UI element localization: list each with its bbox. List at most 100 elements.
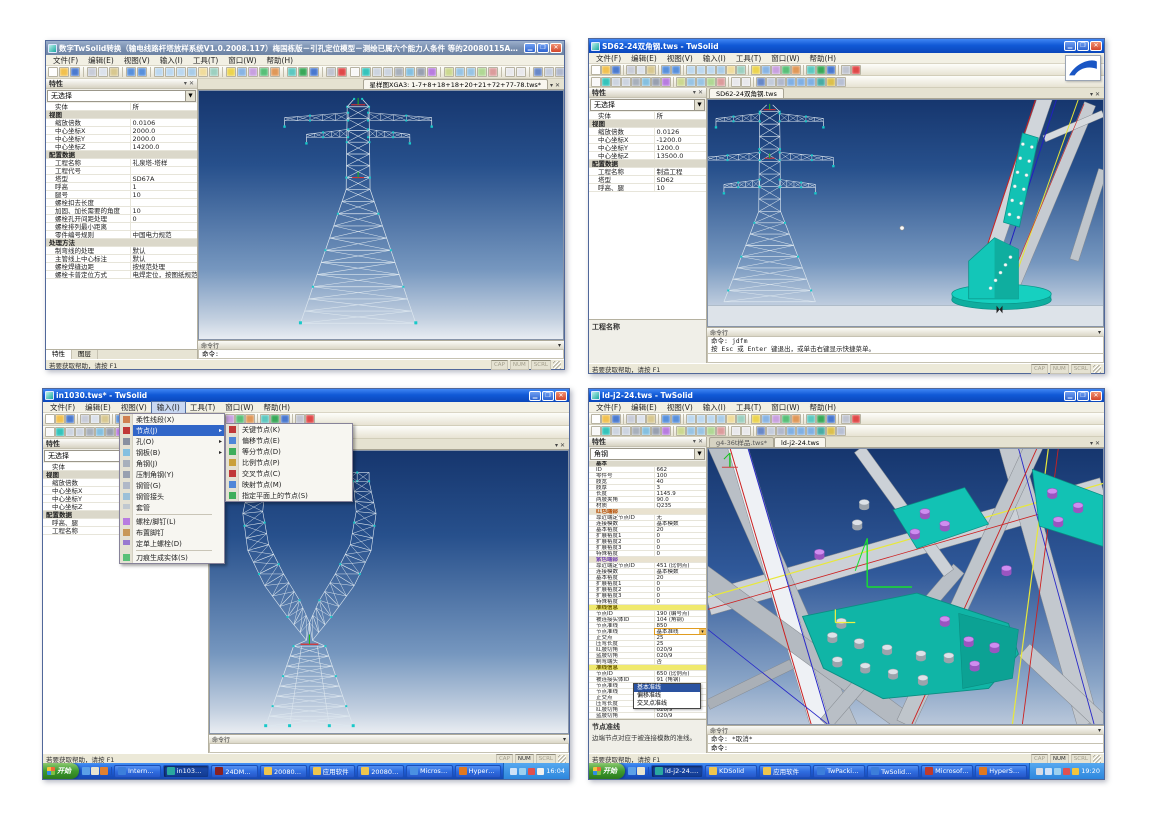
selection-dropdown[interactable]: 无选择▼ <box>590 99 705 111</box>
property-row[interactable]: 螺栓卡普定位方式 电焊定位，按图纸规范管理 <box>46 271 197 279</box>
new-doc-icon[interactable] <box>591 65 601 75</box>
property-row[interactable]: 呼高 1 <box>46 183 197 191</box>
property-row[interactable]: 中心坐标X 2000.0 <box>46 127 197 135</box>
check-model-icon[interactable] <box>816 414 826 424</box>
maximize-button[interactable]: ❐ <box>1077 391 1089 401</box>
menu-item[interactable]: 视图(V) <box>116 402 152 413</box>
mirror-icon[interactable] <box>696 426 706 436</box>
alert-icon[interactable] <box>851 65 861 75</box>
dimension-icon[interactable] <box>731 426 741 436</box>
property-row[interactable]: 塔型 SD62 <box>589 176 706 184</box>
property-row[interactable]: 螺栓排列最小距离 <box>46 223 197 231</box>
menu-option[interactable]: 螺栓/脚钉(L) <box>120 516 224 527</box>
menu-item[interactable]: 工具(T) <box>731 53 766 64</box>
taskbar-button[interactable]: in1030.tws <box>163 765 210 778</box>
property-row[interactable]: 中心坐标Z 13500.0 <box>589 152 706 160</box>
trim-icon[interactable] <box>488 67 498 77</box>
hide-icon[interactable] <box>776 426 786 436</box>
desktop-icon[interactable] <box>637 767 645 775</box>
new-doc-icon[interactable] <box>45 414 55 424</box>
ime-icon[interactable] <box>537 768 544 775</box>
menu-option[interactable]: 节点(J) <box>120 425 224 436</box>
panel-close-icon[interactable]: ▾ ✕ <box>184 80 194 87</box>
property-row[interactable]: 腿号 10 <box>46 191 197 199</box>
menu-option[interactable]: 套管 <box>120 502 224 513</box>
rotate-icon[interactable] <box>686 77 696 87</box>
document-tab[interactable]: SD62-24双角钢.tws <box>709 88 784 98</box>
viewport-3d[interactable] <box>707 99 1104 327</box>
cut-icon[interactable] <box>626 414 636 424</box>
text-icon[interactable] <box>741 77 751 87</box>
copy-icon[interactable] <box>90 414 100 424</box>
taskbar-button[interactable]: HyperSnap-DX <box>455 765 502 778</box>
open-folder-icon[interactable] <box>59 67 69 77</box>
panel-tab[interactable]: 特性 <box>46 350 72 359</box>
titlebar[interactable]: in1030.tws* - TwSolid ▁ ❐ ✕ <box>43 389 569 402</box>
property-row[interactable]: 中心坐标Y 2000.0 <box>46 135 197 143</box>
properties-icon[interactable] <box>761 414 771 424</box>
ucs-icon[interactable] <box>826 77 836 87</box>
select-icon[interactable] <box>350 67 360 77</box>
line-icon[interactable] <box>611 77 621 87</box>
hide-icon[interactable] <box>776 77 786 87</box>
resize-grip[interactable] <box>1093 755 1101 763</box>
antivirus-icon[interactable] <box>528 768 535 775</box>
minimize-button[interactable]: ▁ <box>524 43 536 53</box>
angle-steel-icon[interactable] <box>631 426 641 436</box>
cube-icon[interactable] <box>816 426 826 436</box>
menu-item[interactable]: 视图(V) <box>662 402 698 413</box>
front-view-icon[interactable] <box>796 77 806 87</box>
property-row[interactable]: 螺栓焊缝边距 按规范处理 <box>46 263 197 271</box>
taskbar-button[interactable]: Internet… <box>114 765 161 778</box>
taskbar-button[interactable]: 应用软件 <box>759 765 811 778</box>
menu-option[interactable]: 钢管(G) <box>120 480 224 491</box>
materials-icon[interactable] <box>791 414 801 424</box>
top-view-icon[interactable] <box>806 77 816 87</box>
render-icon[interactable] <box>259 67 269 77</box>
cube-icon[interactable] <box>816 77 826 87</box>
document-tab[interactable]: ld-j2-24.tws <box>774 437 826 447</box>
rotate-icon[interactable] <box>686 426 696 436</box>
alert-icon[interactable] <box>337 67 347 77</box>
trim-icon[interactable] <box>716 426 726 436</box>
menu-item[interactable]: 视图(V) <box>662 53 698 64</box>
property-row[interactable]: 主管线上中心标注 默认 <box>46 255 197 263</box>
save-icon[interactable] <box>611 414 621 424</box>
save-icon[interactable] <box>70 67 80 77</box>
property-row[interactable]: 配置数据 <box>46 151 197 159</box>
media-icon[interactable] <box>100 767 108 775</box>
menu-option[interactable]: 孔(O) <box>120 436 224 447</box>
taskbar-button[interactable]: Microsoft Off… <box>921 765 973 778</box>
property-row[interactable]: 缩放倍数 0.0126 <box>589 128 706 136</box>
panel-close-icon[interactable]: ▾ ✕ <box>693 438 703 445</box>
menu-item[interactable]: 编辑(E) <box>626 53 662 64</box>
menu-item[interactable]: 工具(T) <box>188 55 223 66</box>
shade-icon[interactable] <box>533 67 543 77</box>
scale-icon[interactable] <box>706 426 716 436</box>
menu-option[interactable]: 布置脚钉 <box>120 527 224 538</box>
new-doc-icon[interactable] <box>48 67 58 77</box>
taskbar-button[interactable]: KDSolid <box>705 765 757 778</box>
open-folder-icon[interactable] <box>601 65 611 75</box>
properties-icon[interactable] <box>761 65 771 75</box>
polyline-icon[interactable] <box>75 427 85 437</box>
plate-icon[interactable] <box>641 77 651 87</box>
view-manager-icon[interactable] <box>248 67 258 77</box>
mirror-icon[interactable] <box>466 67 476 77</box>
menu-item[interactable]: 窗口(W) <box>220 402 258 413</box>
maximize-button[interactable]: ❐ <box>1077 41 1089 51</box>
property-row[interactable]: 加固、加长需要的角度 10 <box>46 207 197 215</box>
property-row[interactable]: 实体 所 <box>589 112 706 120</box>
panel-close-icon[interactable]: ▾ ✕ <box>693 89 703 96</box>
zoom-window-icon[interactable] <box>686 414 696 424</box>
menu-item[interactable]: 帮助(H) <box>259 402 296 413</box>
angle-steel-icon[interactable] <box>394 67 404 77</box>
pipe-icon[interactable] <box>416 67 426 77</box>
resize-grip[interactable] <box>553 361 561 369</box>
minimize-button[interactable]: ▁ <box>529 391 541 401</box>
wireframe-icon[interactable] <box>544 67 554 77</box>
move-icon[interactable] <box>676 77 686 87</box>
menu-item[interactable]: 帮助(H) <box>262 55 299 66</box>
command-input[interactable]: 命令: <box>198 349 564 359</box>
chevron-down-icon[interactable]: ▼ <box>694 100 704 110</box>
